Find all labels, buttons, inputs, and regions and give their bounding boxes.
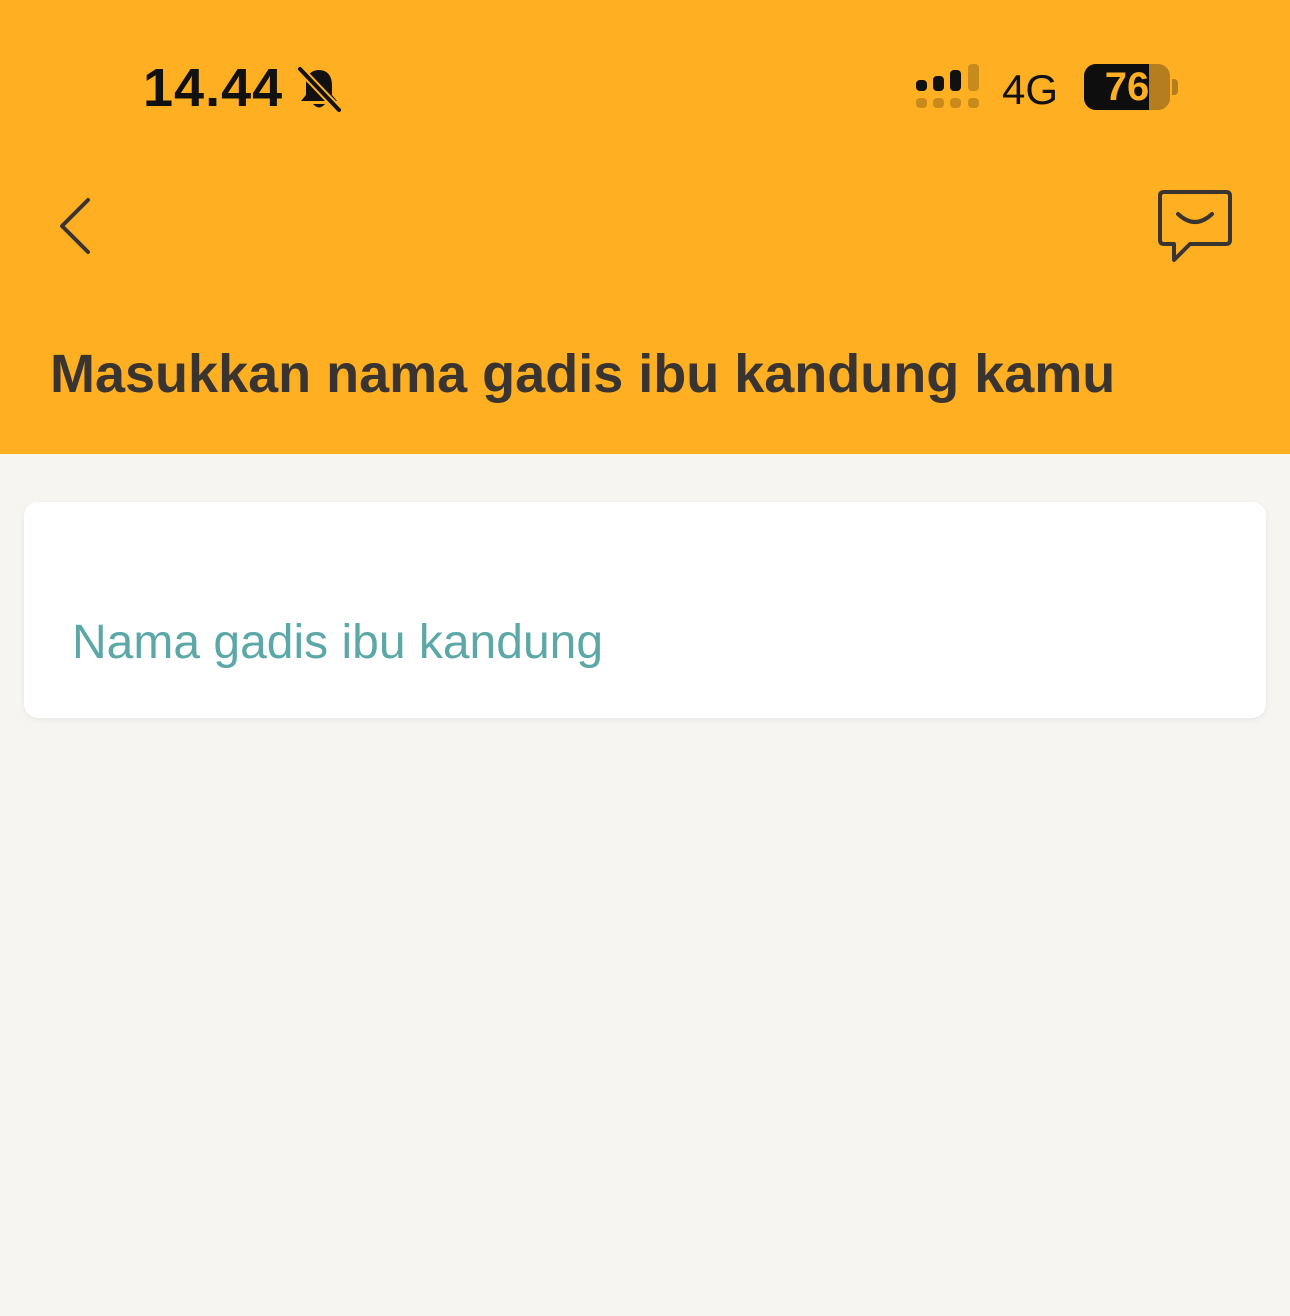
back-button[interactable]: [44, 186, 108, 266]
battery-level: 76: [1104, 65, 1150, 109]
battery-cap: [1172, 79, 1178, 95]
chat-button[interactable]: [1150, 184, 1240, 268]
cellular-signal-icon: [916, 64, 979, 108]
header-bar: 14.44 4G 76 Masukkan nama gadis ibu kand…: [0, 0, 1290, 454]
chevron-left-icon: [60, 198, 90, 254]
input-card: [24, 502, 1266, 718]
chat-bubble-icon: [1158, 190, 1232, 262]
mother-maiden-name-input[interactable]: [72, 606, 1222, 678]
bell-slash-icon: [296, 65, 343, 114]
page-title: Masukkan nama gadis ibu kandung kamu: [50, 344, 1116, 404]
network-type: 4G: [1002, 66, 1059, 113]
status-time: 14.44: [143, 58, 284, 118]
battery-icon: 76: [1084, 64, 1170, 110]
